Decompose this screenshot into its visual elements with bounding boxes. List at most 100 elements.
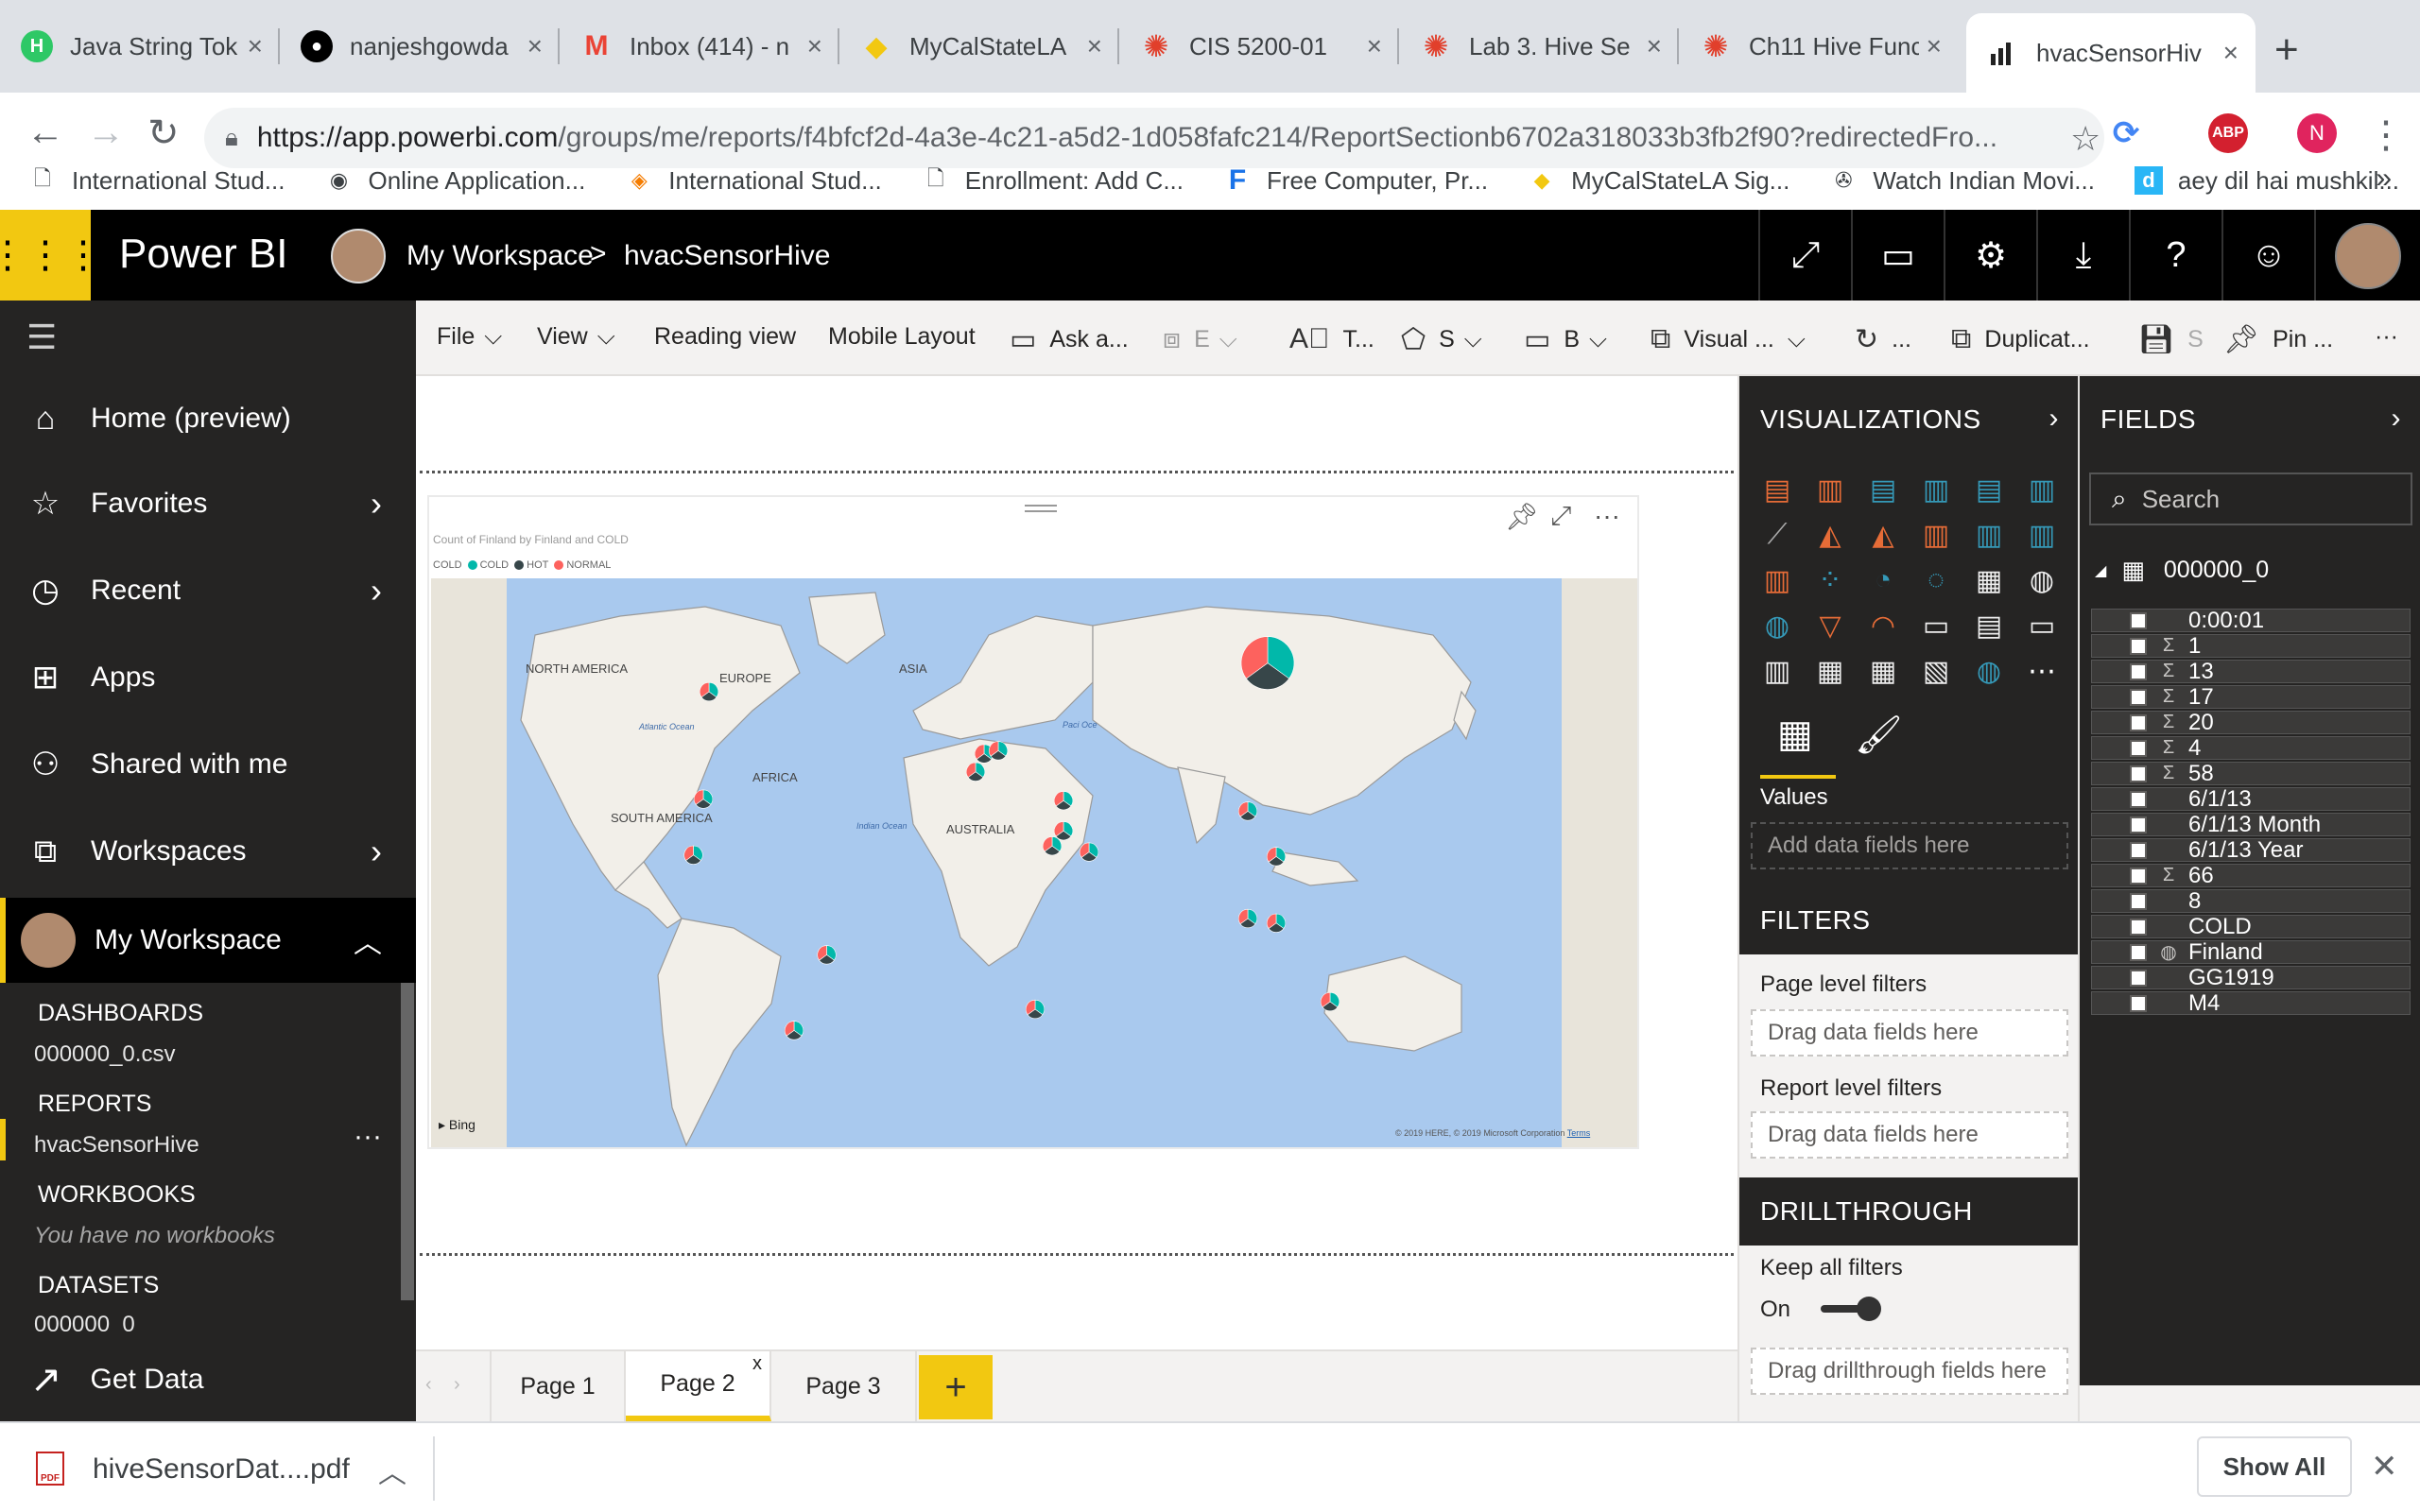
pie-icon[interactable]: ◔: [1860, 561, 1906, 599]
100-bar-icon[interactable]: ▤: [1966, 471, 2012, 508]
page-filters-drop-zone[interactable]: Drag data fields here: [1751, 1009, 2068, 1057]
line-column-icon[interactable]: ▥: [1913, 516, 1959, 554]
field-checkbox[interactable]: [2130, 918, 2147, 936]
line-icon[interactable]: ⟋: [1754, 516, 1800, 554]
slicer-icon[interactable]: ▥: [1754, 652, 1800, 690]
settings-gear-icon[interactable]: ⚙: [1944, 210, 2036, 301]
pie-marker[interactable]: [988, 741, 1009, 761]
field-item[interactable]: Σ 20: [2091, 710, 2411, 735]
pie-marker[interactable]: [699, 681, 719, 702]
gauge-icon[interactable]: ◠: [1860, 607, 1906, 644]
more-options-icon[interactable]: ···: [354, 1121, 382, 1153]
reload-button[interactable]: ↻: [147, 112, 180, 155]
field-item[interactable]: Σ 58: [2091, 761, 2411, 786]
bookmark-item[interactable]: ◉ Online Application...: [324, 166, 585, 196]
nav-shared[interactable]: ⚇ Shared with me: [0, 722, 416, 807]
donut-icon[interactable]: ◌: [1913, 561, 1959, 599]
page-tab[interactable]: Page 1: [490, 1351, 626, 1421]
values-drop-zone[interactable]: Add data fields here: [1751, 822, 2068, 869]
pie-marker[interactable]: [1053, 791, 1074, 811]
pin-visual-icon[interactable]: 📌︎: [1505, 501, 1539, 532]
nav-my-workspace[interactable]: My Workspace ︿: [0, 898, 416, 983]
ribbon-more-icon[interactable]: ···: [2375, 323, 2398, 351]
bookmark-item[interactable]: ✇ Watch Indian Movi...: [1829, 166, 2095, 196]
100-column-icon[interactable]: ▥: [2019, 471, 2065, 508]
bookmark-item[interactable]: 🗋 International Stud...: [28, 166, 285, 196]
kpi-icon[interactable]: ▭: [2019, 607, 2065, 644]
field-checkbox[interactable]: [2130, 713, 2147, 731]
close-page-icon[interactable]: x: [752, 1353, 762, 1375]
waterfall-icon[interactable]: ▥: [1754, 561, 1800, 599]
duplicate-page-button[interactable]: ⧉ Duplicat...: [1951, 323, 2090, 355]
field-item[interactable]: ◍ Finland: [2091, 939, 2411, 965]
download-icon[interactable]: ⤓: [2036, 210, 2129, 301]
explore-menu[interactable]: ⧈ E ⌵: [1163, 323, 1237, 355]
pie-marker[interactable]: [1042, 836, 1063, 856]
pie-marker[interactable]: [1237, 908, 1258, 929]
field-checkbox[interactable]: [2130, 841, 2147, 859]
page-tab-active[interactable]: Page 2 x: [626, 1351, 771, 1421]
browser-tab[interactable]: ◆ MyCalStateLA ×: [839, 13, 1119, 79]
refresh-button[interactable]: ↻...: [1855, 323, 1911, 356]
pin-button[interactable]: 📌︎ Pin ...: [2223, 323, 2333, 356]
legend-item[interactable]: COLD: [467, 559, 509, 571]
browser-tab[interactable]: ● nanjeshgowda ×: [280, 13, 560, 79]
pie-marker[interactable]: [1320, 991, 1340, 1012]
field-item[interactable]: 6/1/13 Year: [2091, 837, 2411, 863]
browser-tab[interactable]: ✺ Ch11 Hive Func ×: [1679, 13, 1959, 79]
focus-mode-icon[interactable]: ⤢: [1550, 501, 1571, 532]
scroll-right-icon[interactable]: ›: [454, 1374, 460, 1396]
matrix-icon[interactable]: ▦: [1860, 652, 1906, 690]
bookmark-item[interactable]: ◈ International Stud...: [625, 166, 882, 196]
pie-marker[interactable]: [693, 789, 714, 809]
scrollbar[interactable]: [401, 983, 414, 1300]
world-map[interactable]: NORTH AMERICA SOUTH AMERICA EUROPE ASIA …: [431, 578, 1637, 1147]
view-menu[interactable]: View ⌵: [537, 323, 615, 351]
more-icon[interactable]: ⋯: [2019, 652, 2065, 690]
clustered-column-icon[interactable]: ▥: [1913, 471, 1959, 508]
field-checkbox[interactable]: [2130, 790, 2147, 808]
legend-item[interactable]: HOT: [514, 559, 548, 571]
report-item[interactable]: hvacSensorHive: [34, 1132, 199, 1159]
field-item[interactable]: M4: [2091, 990, 2411, 1016]
field-item[interactable]: Σ 13: [2091, 659, 2411, 684]
map-icon[interactable]: ◍: [2019, 561, 2065, 599]
area-icon[interactable]: ◭: [1807, 516, 1853, 554]
field-checkbox[interactable]: [2130, 994, 2147, 1012]
stacked-column-icon[interactable]: ▥: [1807, 471, 1853, 508]
buttons-menu[interactable]: ▭ B ⌵: [1524, 323, 1607, 356]
arcgis-icon[interactable]: ◍: [1966, 652, 2012, 690]
clustered-bar-icon[interactable]: ▤: [1860, 471, 1906, 508]
nav-apps[interactable]: ⊞ Apps: [0, 635, 416, 720]
pie-marker[interactable]: [1266, 913, 1287, 933]
bookmark-item[interactable]: 🗋 Enrollment: Add C...: [922, 166, 1184, 196]
chevron-right-icon[interactable]: ›: [2392, 403, 2402, 435]
field-item[interactable]: 0:00:01: [2091, 608, 2411, 633]
r-visual-icon[interactable]: ▧: [1913, 652, 1959, 690]
field-item[interactable]: Σ 17: [2091, 684, 2411, 710]
bookmark-item[interactable]: ◆ MyCalStateLA Sig...: [1528, 166, 1790, 196]
save-button[interactable]: 💾︎ S: [2138, 323, 2204, 356]
fullscreen-icon[interactable]: ⤢: [1758, 210, 1851, 301]
forward-button[interactable]: →: [87, 112, 125, 154]
pie-marker[interactable]: [683, 845, 703, 865]
chevron-up-icon[interactable]: ︿: [378, 1450, 406, 1491]
terms-link[interactable]: Terms: [1567, 1128, 1591, 1138]
breadcrumb-workspace[interactable]: My Workspace: [406, 240, 594, 272]
browser-tab[interactable]: H Java String Tok ×: [0, 13, 280, 79]
tab-close-icon[interactable]: ×: [248, 31, 263, 61]
card-icon[interactable]: ▭: [1913, 607, 1959, 644]
field-checkbox[interactable]: [2130, 662, 2147, 680]
tab-close-icon[interactable]: ×: [527, 31, 543, 61]
ribbon-icon[interactable]: ▥: [2019, 516, 2065, 554]
file-menu[interactable]: File ⌵: [437, 323, 502, 351]
comment-icon[interactable]: ▭: [1851, 210, 1944, 301]
field-checkbox[interactable]: [2130, 867, 2147, 885]
help-icon[interactable]: ?: [2129, 210, 2221, 301]
chevron-right-icon[interactable]: ›: [2049, 403, 2060, 435]
back-button[interactable]: ←: [26, 112, 64, 154]
fields-search-input[interactable]: ⌕ Search: [2089, 472, 2412, 525]
avatar[interactable]: [2335, 223, 2401, 289]
drag-handle-icon[interactable]: [1025, 505, 1057, 512]
nav-recent[interactable]: ◷ Recent ›: [0, 548, 416, 633]
